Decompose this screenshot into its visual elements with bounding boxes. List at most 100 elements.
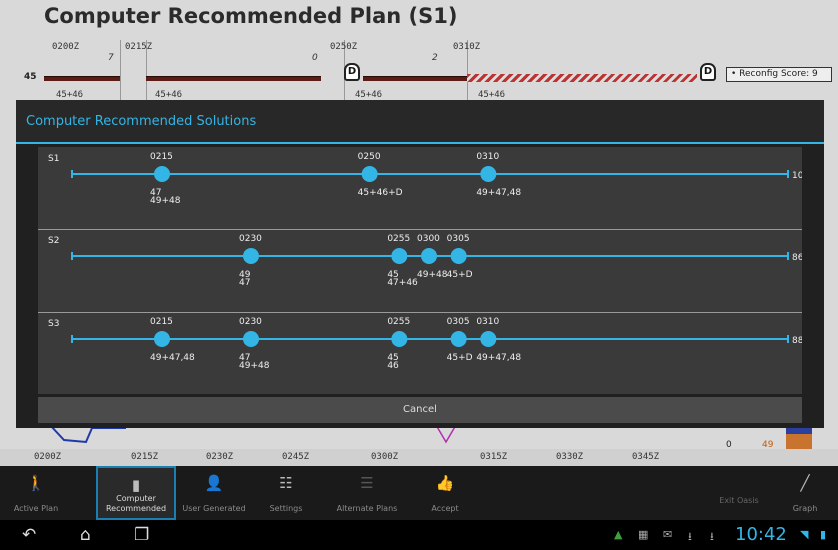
plan-time-label: 0215Z: [125, 42, 153, 52]
action-label: Settings: [269, 504, 303, 513]
d-person-icon[interactable]: D: [700, 63, 716, 81]
plan-track[interactable]: [146, 76, 321, 81]
point-time-label: 0250: [358, 152, 381, 162]
clock: 10:42: [735, 524, 787, 545]
timeline-node[interactable]: [361, 166, 378, 182]
user-generated-button[interactable]: 👤 User Generated: [176, 466, 252, 520]
solution-timeline[interactable]: 86.50230494702554547+46030049+48030545+D: [38, 229, 802, 309]
timeline-node[interactable]: [391, 248, 408, 264]
time-axis-label: 0300Z: [371, 452, 399, 462]
calendar-icon: ▦: [638, 528, 649, 541]
point-config-label: 49+47,48: [476, 188, 521, 198]
action-label: Active Plan: [13, 504, 59, 513]
point-time-label: 0215: [150, 317, 173, 327]
time-axis-label: 0315Z: [480, 452, 508, 462]
dialog-title: Computer Recommended Solutions: [16, 100, 824, 144]
point-time-label: 0310: [476, 317, 499, 327]
exit-oasis-button[interactable]: Exit Oasis: [716, 466, 762, 520]
plan-sub-label: 45+46: [478, 90, 506, 100]
solution-timeline[interactable]: 88.8021549+47,4802304749+480255454603054…: [38, 312, 802, 392]
cancel-button[interactable]: Cancel: [38, 397, 802, 423]
system-nav-bar: ↶ ⌂ ❐ ▲ ▦ ✉ ⭳ ⭳ 10:42 ◥ ▮: [0, 520, 838, 550]
time-axis-label: 0215Z: [131, 452, 159, 462]
point-config-label: 49+48: [150, 196, 181, 206]
point-config-label: 45+D: [447, 353, 473, 363]
time-axis-label: 0345Z: [632, 452, 660, 462]
solution-timeline[interactable]: 100.002154749+48025045+46+D031049+47,48: [38, 147, 802, 227]
timeline-node[interactable]: [154, 166, 170, 182]
timeline-node[interactable]: [480, 331, 497, 347]
plan-title: Computer Recommended Plan (S1): [44, 4, 458, 28]
action-label: Exit Oasis: [719, 496, 759, 505]
grid-line: [120, 40, 121, 100]
point-config-label: 49+47,48: [476, 353, 521, 363]
point-config-label: 45+D: [447, 270, 473, 280]
time-axis-label: 0245Z: [282, 452, 310, 462]
point-config-label: 47+46: [387, 278, 418, 288]
timeline-node[interactable]: [243, 248, 259, 264]
point-time-label: 0255: [387, 234, 410, 244]
plan-mark: 2: [432, 53, 438, 63]
plan-track[interactable]: [44, 76, 120, 81]
alternate-plans-button[interactable]: ☰ Alternate Plans: [326, 466, 408, 520]
active-plan-button[interactable]: 🚶 Active Plan: [0, 466, 72, 520]
user-icon: 👤: [204, 474, 224, 492]
timeline-node[interactable]: [421, 248, 437, 264]
plan-time-label: 0250Z: [330, 42, 358, 52]
home-icon[interactable]: ⌂: [80, 525, 91, 545]
timeline-node[interactable]: [480, 166, 497, 182]
point-time-label: 0305: [447, 234, 470, 244]
time-axis-label: 0230Z: [206, 452, 234, 462]
download-icon: ⭳: [688, 530, 692, 543]
solution-score: 100.0: [792, 171, 802, 181]
point-time-label: 0305: [447, 317, 470, 327]
time-axis-label: 0200Z: [34, 452, 62, 462]
timeline-node[interactable]: [450, 248, 467, 264]
action-label: Alternate Plans: [336, 504, 398, 513]
timeline-node[interactable]: [243, 331, 259, 347]
plan-row-label: 45: [24, 72, 37, 82]
computer-recommended-button[interactable]: ▮ Computer Recommended: [96, 466, 176, 520]
timeline-node[interactable]: [391, 331, 408, 347]
point-time-label: 0230: [239, 317, 262, 327]
point-time-label: 0215: [150, 152, 173, 162]
back-icon[interactable]: ↶: [22, 525, 36, 545]
timeline-node[interactable]: [154, 331, 170, 347]
solution-row-s1[interactable]: S1 100.002154749+48025045+46+D031049+47,…: [38, 147, 802, 227]
solution-row-s2[interactable]: S2 86.50230494702554547+46030049+4803054…: [38, 229, 802, 309]
point-config-label: 49+48: [417, 270, 448, 280]
timeline-node[interactable]: [450, 331, 467, 347]
action-label: User Generated: [182, 504, 246, 513]
solutions-list: S1 100.002154749+48025045+46+D031049+47,…: [38, 147, 802, 394]
point-time-label: 0310: [476, 152, 499, 162]
walker-icon: 🚶: [26, 474, 46, 492]
accept-button[interactable]: 👍 Accept: [416, 466, 474, 520]
plan-time-label: 0200Z: [52, 42, 80, 52]
time-axis: 0200Z 0215Z 0230Z 0245Z 0300Z 0315Z 0330…: [0, 449, 838, 466]
point-config-label: 45+46+D: [358, 188, 403, 198]
plan-track-hatched[interactable]: [467, 74, 697, 82]
solution-row-s3[interactable]: S3 88.8021549+47,4802304749+480255454603…: [38, 312, 802, 392]
action-label: Accept: [431, 504, 459, 513]
list-icon: ☰: [360, 474, 374, 492]
settings-button[interactable]: ☷ Settings: [256, 466, 316, 520]
wifi-icon: ◥: [800, 528, 809, 541]
point-config-label: 47: [239, 278, 250, 288]
graph-icon: ╱: [800, 474, 810, 492]
action-label: Graph: [792, 504, 818, 513]
solution-score: 86.5: [792, 253, 802, 263]
d-person-icon[interactable]: D: [344, 63, 360, 81]
plan-mark: 0: [312, 53, 318, 63]
recent-apps-icon[interactable]: ❐: [134, 525, 149, 545]
thumbs-up-icon: 👍: [435, 474, 455, 492]
plan-sub-label: 45+46: [155, 90, 183, 100]
graph-button[interactable]: ╱ Graph: [780, 466, 830, 520]
plan-track[interactable]: [363, 76, 467, 81]
download-icon: ⭳: [710, 530, 714, 543]
action-label: Computer Recommended: [105, 494, 167, 513]
warning-icon: ▲: [614, 528, 623, 541]
point-time-label: 0300: [417, 234, 440, 244]
action-bar: 🚶 Active Plan ▮ Computer Recommended 👤 U…: [0, 466, 838, 520]
point-time-label: 0255: [387, 317, 410, 327]
battery-icon: ▮: [820, 528, 827, 541]
